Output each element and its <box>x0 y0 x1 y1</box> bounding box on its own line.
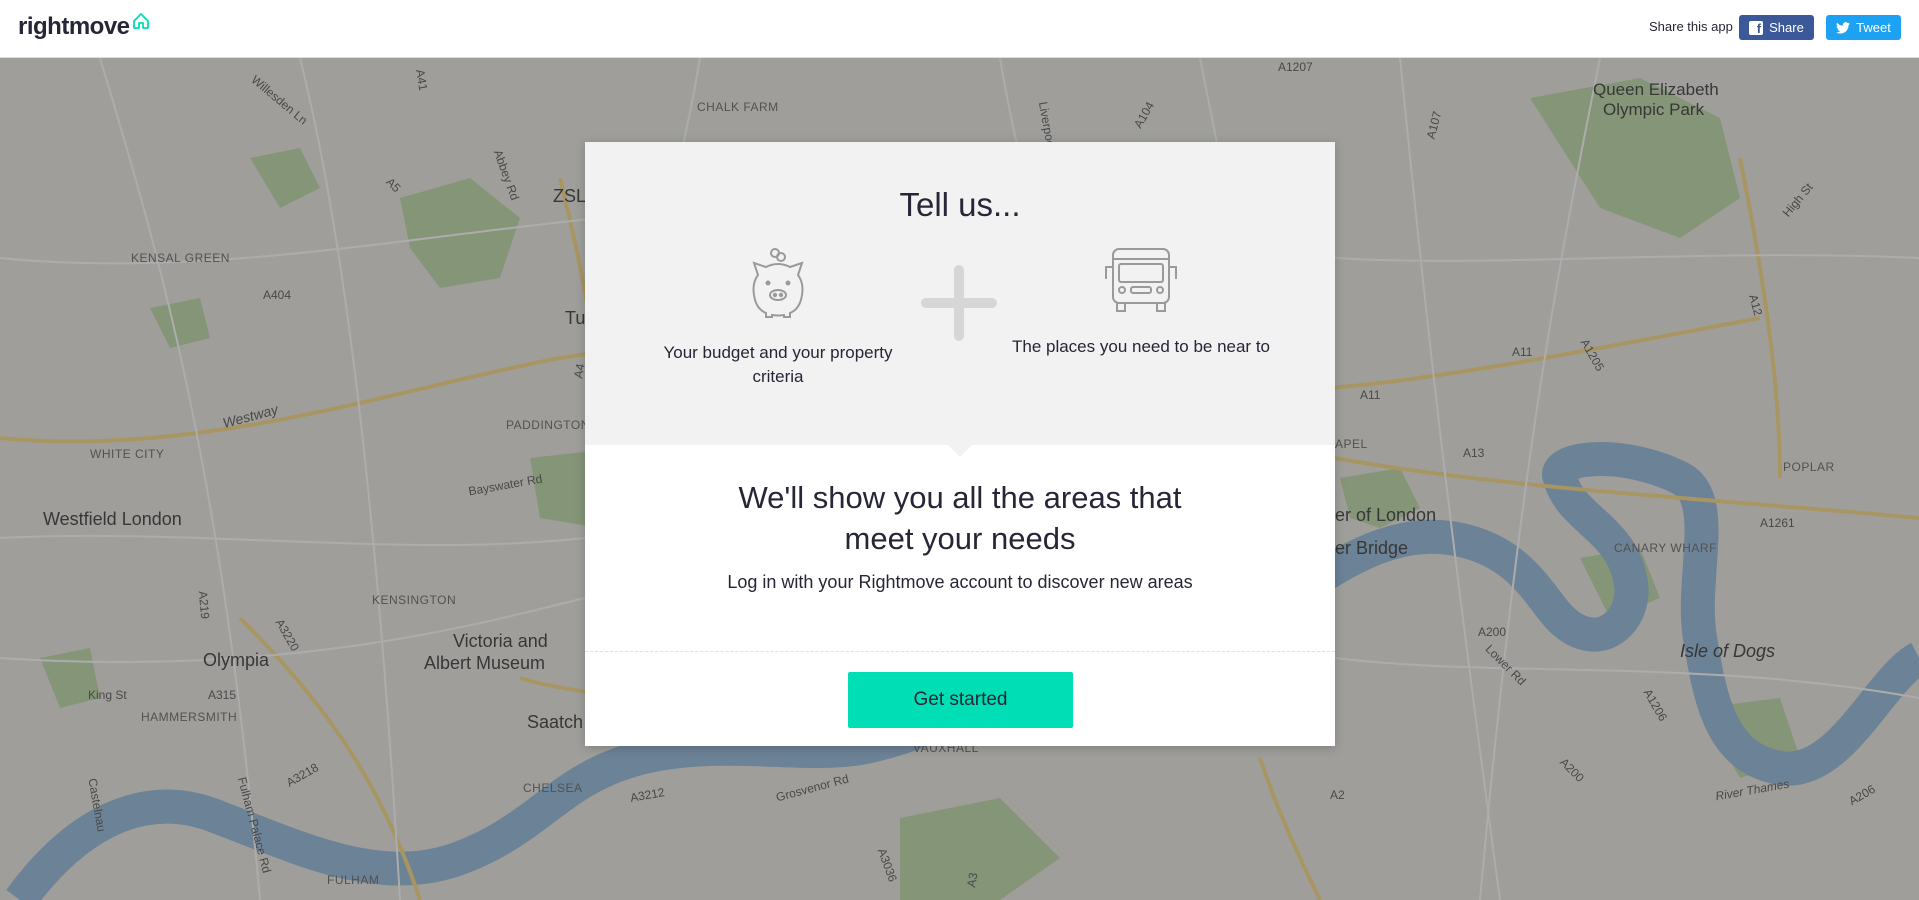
get-started-button[interactable]: Get started <box>848 672 1073 728</box>
modal-subtitle: Log in with your Rightmove account to di… <box>727 572 1193 592</box>
facebook-share-label: Share <box>1769 20 1804 35</box>
twitter-bird-icon <box>1836 21 1851 34</box>
bus-icon <box>1105 248 1177 312</box>
twitter-tweet-button[interactable]: Tweet <box>1826 15 1901 40</box>
top-header: rightmove Share this app f Share Tweet <box>0 0 1919 58</box>
house-outline-icon <box>132 13 149 29</box>
modal-title: Tell us... <box>899 186 1021 223</box>
budget-feature: Your budget and your property criteria <box>643 247 913 389</box>
plus-icon <box>921 265 997 341</box>
modal-headline: We'll show you all the areas that meet y… <box>585 477 1335 559</box>
places-feature: The places you need to be near to <box>1006 247 1276 359</box>
share-this-app-label: Share this app <box>1649 19 1733 34</box>
modal-divider <box>585 651 1335 652</box>
modal-headline-line1: We'll show you all the areas that <box>738 480 1182 515</box>
modal-headline-line2: meet your needs <box>844 521 1076 556</box>
twitter-tweet-label: Tweet <box>1856 20 1891 35</box>
facebook-icon: f <box>1749 20 1764 36</box>
onboarding-modal: Tell us... Your budget and your property… <box>585 142 1335 746</box>
piggy-bank-icon <box>752 248 804 318</box>
budget-feature-text: Your budget and your property criteria <box>663 343 893 386</box>
places-feature-text: The places you need to be near to <box>1011 337 1270 356</box>
facebook-share-button[interactable]: f Share <box>1739 15 1814 40</box>
modal-top-panel: Tell us... Your budget and your property… <box>585 142 1335 457</box>
logo-text: rightmove <box>18 13 130 40</box>
rightmove-logo[interactable]: rightmove <box>18 13 150 41</box>
